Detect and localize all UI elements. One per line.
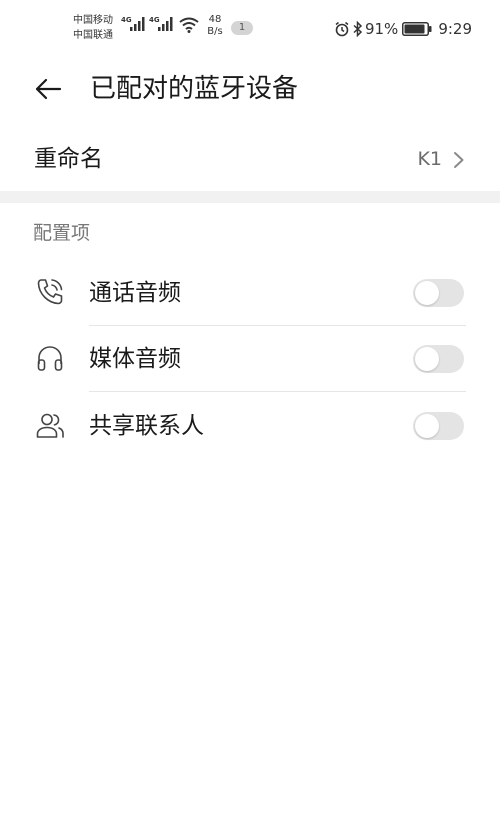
notification-count-badge: 1 bbox=[231, 21, 253, 35]
config-item-label: 共享联系人 bbox=[89, 413, 204, 439]
carrier-2: 中国联通 bbox=[73, 30, 113, 41]
page-title: 已配对的蓝牙设备 bbox=[90, 74, 299, 104]
toggle-knob bbox=[415, 281, 439, 305]
bluetooth-icon bbox=[353, 21, 363, 37]
battery-percent: 91% bbox=[364, 20, 399, 38]
headphones-icon bbox=[37, 346, 63, 371]
rename-row[interactable]: 重命名 K1 bbox=[0, 130, 500, 188]
app-bar: 已配对的蓝牙设备 bbox=[0, 58, 500, 122]
device-name-value: K1 bbox=[417, 148, 442, 170]
config-item-media-audio: 媒体音频 bbox=[0, 326, 500, 392]
network-speed: 48 B/s bbox=[204, 14, 226, 38]
media-audio-toggle[interactable] bbox=[413, 345, 464, 373]
status-bar: 中国移动 中国联通 4G 4G 48 B/s 1 91% 9:29 bbox=[0, 0, 500, 58]
back-button[interactable] bbox=[30, 72, 66, 106]
wifi-icon bbox=[179, 17, 199, 33]
network-speed-unit: B/s bbox=[207, 26, 223, 37]
arrow-left-icon bbox=[35, 78, 62, 100]
carrier-1: 中国移动 bbox=[73, 15, 113, 26]
config-item-share-contacts: 共享联系人 bbox=[0, 393, 500, 459]
clock-time: 9:29 bbox=[438, 20, 472, 38]
bluetooth-device-settings-screen: 中国移动 中国联通 4G 4G 48 B/s 1 91% 9:29 已配对的蓝牙… bbox=[0, 0, 500, 823]
share-contacts-toggle[interactable] bbox=[413, 412, 464, 440]
chevron-right-icon bbox=[454, 152, 464, 168]
section-title-config: 配置项 bbox=[33, 222, 91, 244]
section-divider bbox=[0, 191, 500, 203]
config-item-label: 媒体音频 bbox=[89, 346, 181, 372]
config-item-label: 通话音频 bbox=[89, 280, 181, 306]
rename-label: 重命名 bbox=[34, 146, 103, 172]
network-speed-value: 48 bbox=[208, 14, 222, 25]
toggle-knob bbox=[415, 414, 439, 438]
status-right-group: 91% 9:29 bbox=[334, 19, 472, 39]
toggle-knob bbox=[415, 347, 439, 371]
alarm-icon bbox=[335, 21, 349, 37]
phone-icon bbox=[37, 279, 63, 305]
carrier-info: 中国移动 中国联通 bbox=[73, 13, 113, 43]
config-item-call-audio: 通话音频 bbox=[0, 260, 500, 326]
call-audio-toggle[interactable] bbox=[413, 279, 464, 307]
battery-icon bbox=[402, 22, 432, 36]
battery-fill bbox=[404, 24, 425, 34]
contacts-icon bbox=[36, 413, 64, 438]
row-divider bbox=[89, 391, 466, 392]
